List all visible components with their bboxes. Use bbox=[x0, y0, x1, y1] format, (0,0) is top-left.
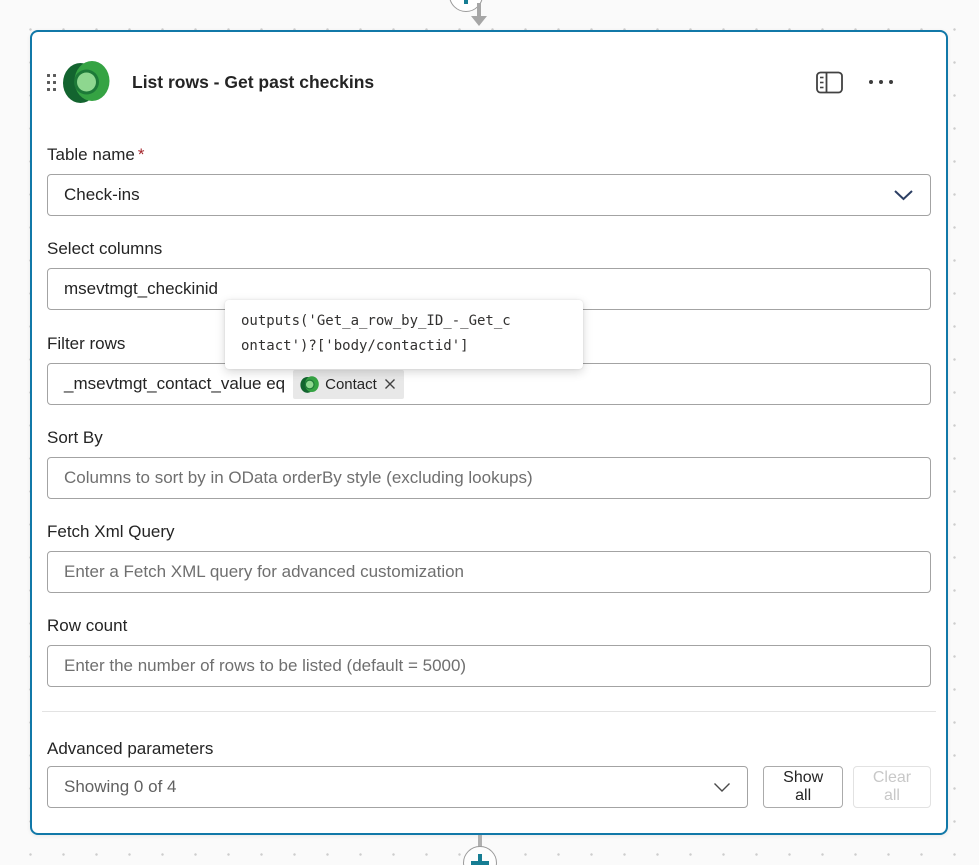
sort-by-input[interactable] bbox=[47, 457, 931, 499]
card-header: List rows - Get past checkins bbox=[47, 32, 931, 106]
filter-rows-input[interactable]: _msevtmgt_contact_value eq Contact bbox=[47, 363, 931, 405]
advanced-dropdown-value: Showing 0 of 4 bbox=[64, 777, 176, 797]
chevron-down-icon bbox=[713, 782, 731, 793]
table-name-value: Check-ins bbox=[64, 185, 140, 205]
dataverse-icon bbox=[300, 375, 319, 394]
drag-handle-icon[interactable] bbox=[47, 74, 56, 91]
action-title: List rows - Get past checkins bbox=[132, 72, 374, 93]
plus-icon bbox=[464, 0, 468, 4]
clear-all-button[interactable]: Clear all bbox=[853, 766, 931, 808]
flow-arrow-icon bbox=[471, 3, 487, 28]
fetch-xml-label: Fetch Xml Query bbox=[47, 521, 931, 543]
plus-icon bbox=[471, 861, 489, 865]
close-icon bbox=[384, 378, 396, 390]
advanced-parameters-label: Advanced parameters bbox=[47, 738, 931, 760]
advanced-parameters-dropdown[interactable]: Showing 0 of 4 bbox=[47, 766, 748, 808]
side-panel-button[interactable] bbox=[814, 69, 845, 96]
expression-tooltip: outputs('Get_a_row_by_ID_-_Get_c ontact'… bbox=[225, 300, 583, 369]
sort-by-label: Sort By bbox=[47, 427, 931, 449]
show-all-button[interactable]: Show all bbox=[763, 766, 843, 808]
select-columns-label: Select columns bbox=[47, 238, 931, 260]
token-label: Contact bbox=[325, 376, 377, 393]
expression-line-2: ontact')?['body/contactid'] bbox=[241, 334, 567, 359]
table-name-label: Table name* bbox=[47, 144, 931, 166]
row-count-input[interactable] bbox=[47, 645, 931, 687]
dynamic-content-token[interactable]: Contact bbox=[293, 370, 404, 399]
filter-rows-value: _msevtmgt_contact_value eq bbox=[64, 374, 285, 394]
chevron-down-icon bbox=[893, 189, 914, 201]
dataverse-icon bbox=[62, 58, 110, 106]
fetch-xml-input[interactable] bbox=[47, 551, 931, 593]
add-action-button[interactable] bbox=[463, 846, 497, 865]
row-count-label: Row count bbox=[47, 615, 931, 637]
action-card-list-rows: List rows - Get past checkins Table name… bbox=[30, 30, 948, 835]
ellipsis-icon bbox=[869, 80, 893, 84]
side-panel-icon bbox=[816, 71, 843, 94]
required-asterisk: * bbox=[138, 145, 145, 164]
table-name-dropdown[interactable]: Check-ins bbox=[47, 174, 931, 216]
more-options-button[interactable] bbox=[867, 78, 895, 86]
expression-line-1: outputs('Get_a_row_by_ID_-_Get_c bbox=[241, 309, 567, 334]
section-divider bbox=[42, 711, 936, 712]
token-close-button[interactable] bbox=[383, 377, 397, 391]
